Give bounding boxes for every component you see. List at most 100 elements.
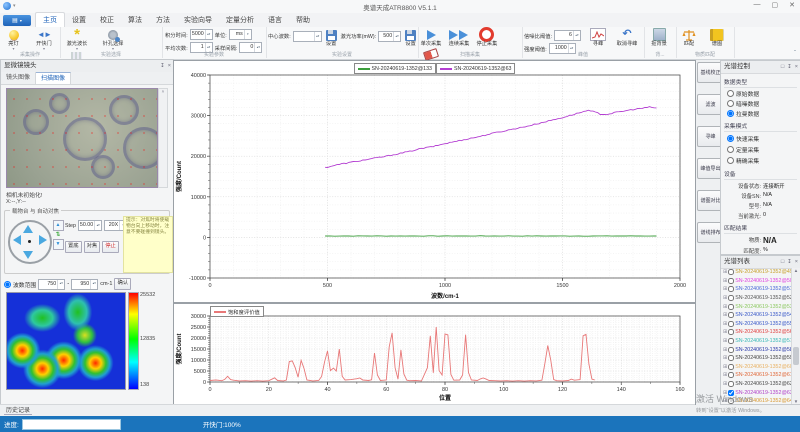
menu-item[interactable]: 校正: [93, 13, 121, 27]
radio-button[interactable]: [727, 90, 734, 97]
expand-icon[interactable]: ⊞: [723, 329, 727, 335]
cancel-find-peaks-button[interactable]: ↶ 取消寻峰: [612, 27, 642, 47]
move-bottom-button[interactable]: 置底: [65, 241, 82, 253]
menu-item[interactable]: 实验向导: [177, 13, 219, 27]
float-icon[interactable]: □: [781, 61, 784, 73]
spectrum-list-item[interactable]: ⊞ SN-20240619-1352@64: [721, 397, 792, 404]
close-button[interactable]: ✕: [789, 1, 795, 9]
menu-item[interactable]: 定量分析: [219, 13, 261, 27]
spectrum-checkbox[interactable]: [728, 278, 734, 284]
range-from-input[interactable]: 750▴▾: [38, 279, 65, 290]
spectrum-list-item[interactable]: ⊞ SN-20240619-1352@55: [721, 320, 792, 329]
range-confirm-button[interactable]: 确认: [114, 278, 131, 290]
find-peaks-button[interactable]: 寻峰: [586, 27, 610, 47]
dropdown-caret-icon[interactable]: ▾: [244, 30, 251, 39]
image-scrollbar[interactable]: ˄: [158, 88, 168, 188]
center-wavenumber-input[interactable]: ▴▾: [293, 31, 322, 42]
spectrum-library-button[interactable]: 谱图: [704, 27, 730, 47]
spectrum-checkbox[interactable]: [728, 390, 734, 396]
legend-series-2[interactable]: SN-20240619-1352@63: [436, 63, 516, 74]
tab-lens-image[interactable]: 镜头图像: [1, 72, 36, 84]
spectrum-list-item[interactable]: ⊞ SN-20240619-1352@63: [721, 388, 792, 397]
stage-dpad[interactable]: [8, 220, 52, 264]
app-menu-button[interactable]: ▤ ▾: [3, 15, 31, 26]
main-chart-panel[interactable]: SN-20240619-1352@133 SN-20240619-1352@63…: [173, 60, 696, 303]
spectrum-list-item[interactable]: ⊞ SN-20240619-1352@52: [721, 294, 792, 303]
snr-threshold-input[interactable]: 6▴▾: [554, 30, 581, 41]
data-type-option[interactable]: 拉曼数据: [727, 109, 800, 118]
microscope-image[interactable]: [6, 88, 158, 188]
spectrum-checkbox[interactable]: [728, 329, 734, 335]
radio-button[interactable]: [727, 100, 734, 107]
stage-down-arrow[interactable]: [23, 251, 33, 259]
menu-item[interactable]: 主页: [35, 12, 65, 27]
stage-right-arrow[interactable]: [39, 235, 47, 245]
expand-icon[interactable]: ⊞: [723, 398, 727, 404]
radio-button[interactable]: [727, 110, 734, 117]
data-type-option[interactable]: 原始数据: [727, 89, 800, 98]
spectrum-list-item[interactable]: ⊞ SN-20240619-1352@51: [721, 285, 792, 294]
pin-icon[interactable]: ↧: [787, 256, 792, 268]
pin-icon[interactable]: ↧: [160, 60, 165, 72]
minimize-button[interactable]: —: [754, 1, 761, 9]
expand-icon[interactable]: ⊞: [723, 304, 727, 310]
spectrum-checkbox[interactable]: [728, 364, 734, 370]
spectrum-checkbox[interactable]: [728, 398, 734, 404]
unit-select[interactable]: ms▾: [229, 29, 252, 40]
spinner-arrows[interactable]: ▴▾: [314, 32, 321, 41]
spectrum-checkbox[interactable]: [728, 372, 734, 378]
single-acquire-button[interactable]: 单次采集: [418, 27, 444, 47]
acq-mode-option[interactable]: 定量采集: [727, 145, 762, 154]
step-input[interactable]: 50.00▴▾: [78, 220, 102, 231]
radio-button[interactable]: [727, 135, 734, 142]
subtract-background-button[interactable]: 抠背景: [644, 27, 674, 47]
spectrum-checkbox[interactable]: [728, 286, 734, 292]
menu-item[interactable]: 语言: [261, 13, 289, 27]
expand-icon[interactable]: ⊞: [723, 269, 727, 275]
spectrum-checkbox[interactable]: [728, 312, 734, 318]
splitter-grip[interactable]: ····: [435, 301, 447, 307]
spectrum-list-item[interactable]: ⊞ SN-20240619-1352@59: [721, 354, 792, 363]
expand-icon[interactable]: ⊞: [723, 321, 727, 327]
spectrum-checkbox[interactable]: [728, 321, 734, 327]
expand-icon[interactable]: ⊞: [723, 372, 727, 378]
radio-button[interactable]: [727, 146, 734, 153]
spectrum-checkbox[interactable]: [728, 355, 734, 361]
expand-icon[interactable]: ⊞: [723, 381, 727, 387]
legend-saturation[interactable]: 饱和度评价值: [210, 306, 264, 317]
set-center-wavenumber-button[interactable]: 设置: [324, 29, 339, 47]
expand-icon[interactable]: ⊞: [723, 295, 727, 301]
spectrum-checkbox[interactable]: [728, 295, 734, 301]
spectrum-list-item[interactable]: ⊞ SN-20240619-1352@49: [721, 268, 792, 277]
expand-icon[interactable]: ⊞: [723, 312, 727, 318]
legend-series-1[interactable]: SN-20240619-1352@133: [354, 63, 436, 74]
stop-button[interactable]: 停止: [102, 241, 119, 253]
spectrum-list-item[interactable]: ⊞ SN-20240619-1352@60: [721, 363, 792, 372]
expand-icon[interactable]: ⊞: [723, 347, 727, 353]
spinner-arrows[interactable]: ▴▾: [57, 280, 64, 289]
pin-icon[interactable]: ↧: [787, 61, 792, 73]
match-button[interactable]: 匹配: [676, 27, 702, 47]
z-down-button[interactable]: ▼: [53, 239, 64, 250]
spectrum-list-item[interactable]: ⊞ SN-20240619-1352@62: [721, 380, 792, 389]
menu-item[interactable]: 帮助: [289, 13, 317, 27]
focus-button[interactable]: 对焦: [84, 241, 101, 253]
spinner-arrows[interactable]: ▴▾: [90, 280, 97, 289]
menu-item[interactable]: 算法: [121, 13, 149, 27]
integration-time-input[interactable]: 5000▴▾: [190, 29, 213, 40]
ribbon-collapse-icon[interactable]: ˆ: [794, 51, 796, 57]
range-radio[interactable]: [4, 281, 11, 288]
expand-icon[interactable]: ⊞: [723, 355, 727, 361]
spectrum-list-item[interactable]: ⊞ SN-20240619-1352@58: [721, 345, 792, 354]
spectrum-list-item[interactable]: ⊞ SN-20240619-1352@53: [721, 302, 792, 311]
spectrum-list-item[interactable]: ⊞ SN-20240619-1352@57: [721, 337, 792, 346]
spinner-arrows[interactable]: ▴▾: [393, 32, 400, 41]
expand-icon[interactable]: ⊞: [723, 286, 727, 292]
spectrum-list-item[interactable]: ⊞ SN-20240619-1352@61: [721, 371, 792, 380]
laser-wavelength-button[interactable]: * 激光波长▾: [60, 27, 94, 50]
spectrum-checkbox[interactable]: [728, 347, 734, 353]
z-up-button[interactable]: ▲: [53, 220, 64, 231]
stage-left-arrow[interactable]: [13, 235, 21, 245]
panel-close-icon[interactable]: ×: [795, 256, 798, 268]
position-chart-panel[interactable]: ···· 饱和度评价值 0204060801001201401600500010…: [173, 303, 696, 405]
